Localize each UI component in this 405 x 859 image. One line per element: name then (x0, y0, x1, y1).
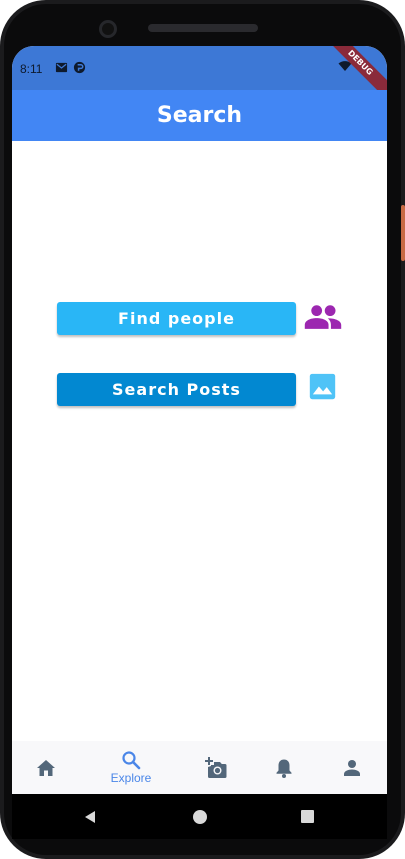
search-posts-button[interactable]: Search Posts (57, 373, 296, 406)
bottom-navigation: Explore (12, 741, 387, 794)
image-icon[interactable] (308, 372, 337, 401)
notification-badge-icon (73, 61, 86, 74)
phone-frame: 8:11 DEBUG Search Find people Search Pos… (0, 0, 405, 859)
search-icon (122, 751, 141, 770)
nav-item-home[interactable] (32, 741, 60, 794)
back-icon[interactable] (84, 810, 96, 824)
home-icon (37, 759, 55, 776)
earpiece-speaker (148, 24, 258, 32)
status-bar: 8:11 DEBUG (12, 46, 387, 107)
status-time: 8:11 (20, 62, 43, 76)
side-button (401, 205, 405, 261)
nav-item-notifications[interactable] (270, 741, 298, 794)
nav-item-add-photo[interactable] (202, 741, 230, 794)
home-button[interactable] (193, 810, 207, 824)
person-icon (344, 759, 360, 776)
find-people-button[interactable]: Find people (57, 302, 296, 335)
nav-item-profile[interactable] (338, 741, 366, 794)
bell-icon (276, 759, 292, 778)
search-options: Find people Search Posts (12, 141, 387, 741)
page-title: Search (156, 103, 243, 128)
gmail-icon (55, 62, 68, 73)
system-navigation-bar (12, 794, 387, 839)
recent-apps-button[interactable] (301, 810, 314, 823)
add-photo-icon (205, 756, 227, 778)
nav-item-explore[interactable]: Explore (104, 741, 158, 794)
people-icon[interactable] (304, 304, 342, 330)
app-bar: Search (12, 90, 387, 141)
app-screen: 8:11 DEBUG Search Find people Search Pos… (12, 46, 387, 794)
front-camera (99, 20, 117, 38)
nav-label-explore: Explore (110, 771, 152, 785)
